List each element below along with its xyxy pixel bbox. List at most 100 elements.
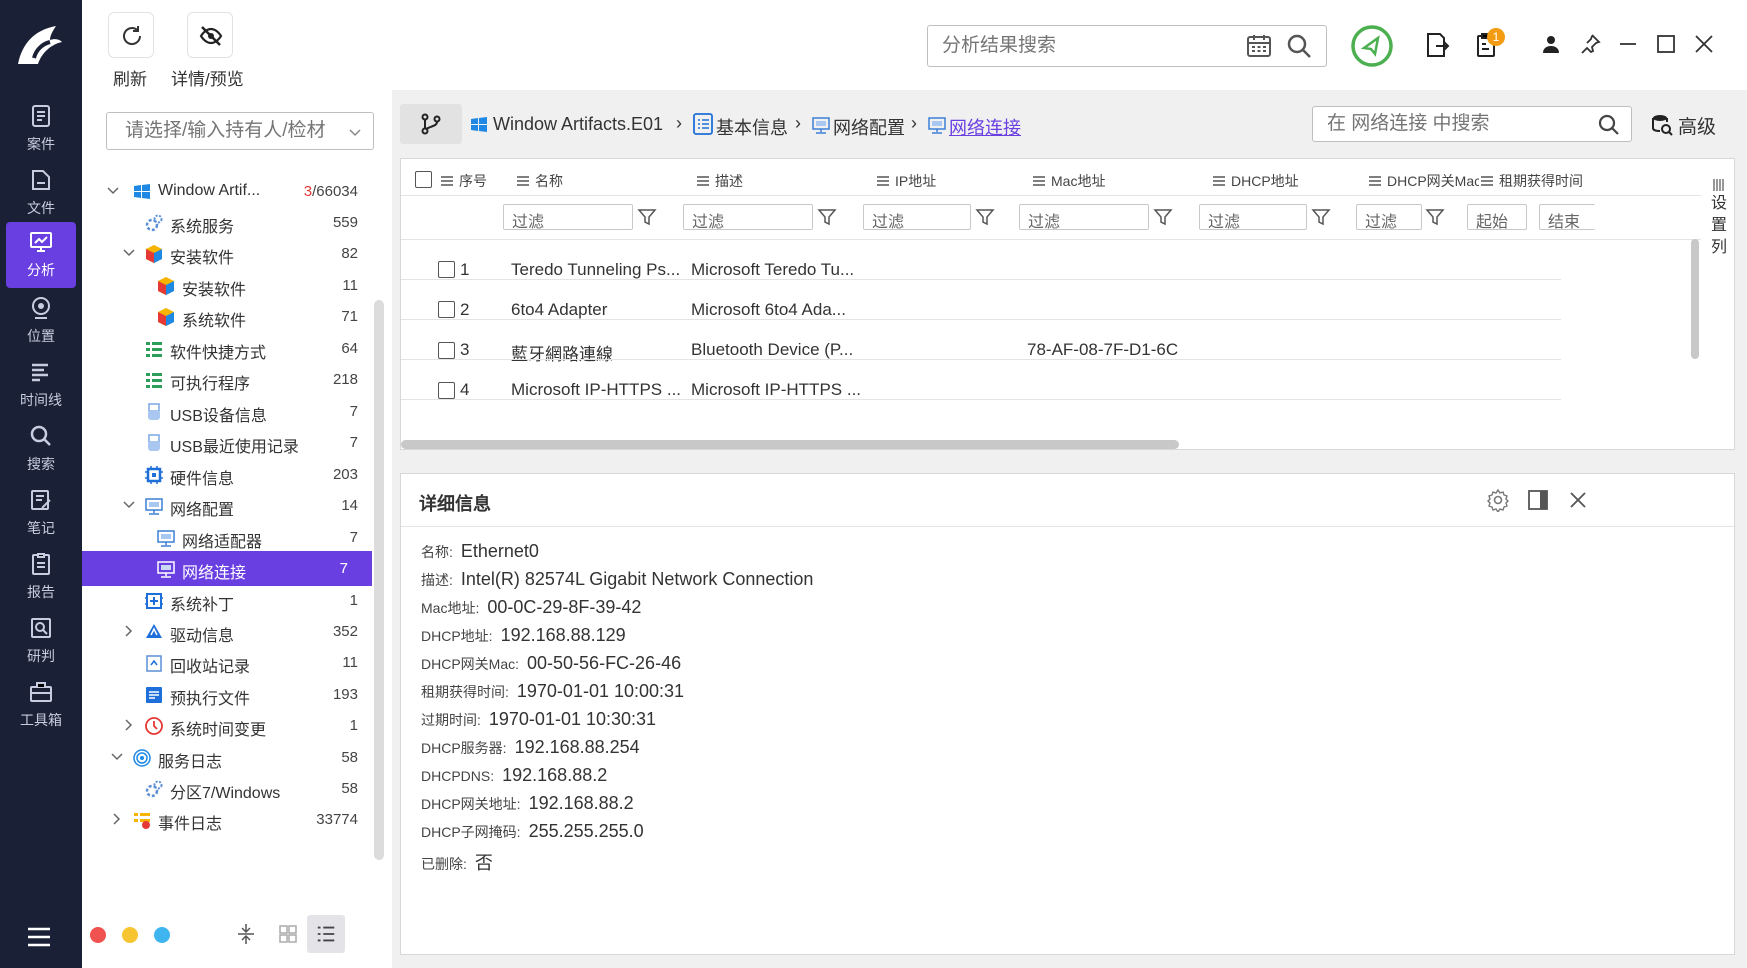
column-settings-button[interactable]: 设置列 (1706, 179, 1732, 259)
detail-preview-button[interactable] (187, 12, 233, 58)
nav-item-report[interactable]: 报告 (6, 544, 76, 610)
grid-search-input[interactable] (1313, 107, 1583, 141)
red-dot[interactable] (90, 927, 106, 943)
chevron-right-icon[interactable] (110, 812, 124, 826)
tree-node-partition-windows[interactable]: 分区7/Windows 58 (92, 771, 372, 806)
result-search-box[interactable] (927, 25, 1327, 67)
cell-mac[interactable]: 78-AF-08-7F-D1-6C (1027, 340, 1178, 360)
tree-node-time-change[interactable]: 系统时间变更 1 (92, 708, 372, 743)
filter-icon[interactable] (637, 207, 657, 227)
filter-icon[interactable] (1425, 207, 1445, 227)
col-header-desc[interactable]: 描述 (697, 171, 743, 191)
owner-select-input[interactable] (107, 113, 337, 149)
breadcrumb-item[interactable]: Window Artifacts.E01 (493, 114, 663, 135)
row-checkbox[interactable] (438, 301, 455, 318)
cell-name[interactable]: 6to4 Adapter (511, 300, 607, 320)
yellow-dot[interactable] (122, 927, 138, 943)
breadcrumb-item[interactable]: 基本信息 (716, 114, 788, 140)
col-header-dhcp-gw-mac[interactable]: DHCP网关Mac (1369, 171, 1479, 191)
nav-item-case[interactable]: 案件 (6, 96, 76, 162)
tree-node-hardware[interactable]: 硬件信息 203 (92, 457, 372, 492)
search-icon[interactable] (1286, 33, 1312, 59)
menu-icon[interactable] (26, 926, 52, 948)
cell-desc[interactable]: Microsoft Teredo Tu... (691, 260, 854, 280)
filter-ip[interactable]: 过滤 (863, 204, 971, 231)
tree-node-recycle-bin[interactable]: 回收站记录 11 (92, 645, 372, 680)
filter-dhcp-gw-mac[interactable]: 过滤 (1356, 204, 1422, 231)
cell-name[interactable]: Microsoft IP-HTTPS ... (511, 380, 681, 400)
row-checkbox[interactable] (438, 342, 455, 359)
chevron-down-icon[interactable] (122, 246, 136, 260)
tree-node-installed-software[interactable]: 安装软件 82 (92, 236, 372, 271)
col-header-mac[interactable]: Mac地址 (1033, 171, 1105, 191)
filter-dhcp[interactable]: 过滤 (1199, 204, 1307, 231)
tree-node-service-log[interactable]: 服务日志 58 (92, 740, 372, 775)
close-icon[interactable] (1692, 32, 1716, 56)
cell-desc[interactable]: Bluetooth Device (P... (691, 340, 853, 360)
result-search-input[interactable] (928, 26, 1228, 66)
nav-item-analysis[interactable]: 分析 (6, 222, 76, 288)
select-all-checkbox[interactable] (415, 171, 432, 188)
maximize-icon[interactable] (1654, 32, 1678, 56)
tree-node-usb-recent[interactable]: USB最近使用记录 7 (92, 425, 372, 460)
nav-item-judge[interactable]: 研判 (6, 608, 76, 674)
nav-item-search[interactable]: 搜索 (6, 416, 76, 482)
filter-lease-start[interactable]: 起始 (1467, 204, 1527, 231)
tree-scrollbar[interactable] (374, 300, 384, 860)
close-icon[interactable] (1566, 488, 1590, 512)
user-icon[interactable] (1540, 33, 1562, 55)
filter-name[interactable]: 过滤 (503, 204, 633, 231)
breadcrumb-current[interactable]: 网络连接 (949, 114, 1021, 140)
nav-item-timeline[interactable]: 时间线 (6, 352, 76, 418)
tree-node-system-patch[interactable]: 系统补丁 1 (92, 583, 372, 618)
tree-node-system-software[interactable]: 系统软件 71 (92, 299, 372, 334)
settings-icon[interactable] (1486, 488, 1510, 512)
tree-node-window-artifacts[interactable]: Window Artif... 3/66034 (92, 174, 372, 209)
row-checkbox[interactable] (438, 261, 455, 278)
nav-item-toolbox[interactable]: 工具箱 (6, 672, 76, 738)
col-header-dhcp[interactable]: DHCP地址 (1213, 171, 1299, 191)
filter-icon[interactable] (1311, 207, 1331, 227)
col-header-ip[interactable]: IP地址 (877, 171, 936, 191)
filter-desc[interactable]: 过滤 (683, 204, 813, 231)
tree-node-executables[interactable]: 可执行程序 218 (92, 362, 372, 397)
grid-search-box[interactable] (1312, 106, 1632, 142)
tree-node-network-connection[interactable]: 网络连接 7 (82, 551, 372, 586)
tree-node-system-service[interactable]: 系统服务 559 (92, 205, 372, 240)
grid-horizontal-scrollbar[interactable] (401, 440, 1179, 449)
tree-node-network-config[interactable]: 网络配置 14 (92, 488, 372, 523)
cell-desc[interactable]: Microsoft IP-HTTPS ... (691, 380, 861, 400)
tree-node-event-log[interactable]: 事件日志 33774 (92, 802, 372, 837)
tree-node-driver[interactable]: 驱动信息 352 (92, 614, 372, 649)
tree-node-network-adapter[interactable]: 网络适配器 7 (92, 520, 372, 555)
blue-dot[interactable] (154, 927, 170, 943)
tree-node-prefetch[interactable]: 预执行文件 193 (92, 677, 372, 712)
search-icon[interactable] (1597, 113, 1621, 137)
grid-vertical-scrollbar[interactable] (1691, 239, 1699, 359)
advanced-search-icon[interactable] (1650, 113, 1674, 137)
cell-name[interactable]: Teredo Tunneling Ps... (511, 260, 680, 280)
row-checkbox[interactable] (438, 382, 455, 399)
calendar-icon[interactable] (1246, 33, 1272, 59)
breadcrumb-item[interactable]: 网络配置 (833, 114, 905, 140)
nav-item-file[interactable]: 文件 (6, 160, 76, 226)
chevron-right-icon[interactable] (122, 718, 136, 732)
filter-mac[interactable]: 过滤 (1019, 204, 1149, 231)
cell-name[interactable]: 藍牙網路連線 (511, 340, 613, 365)
filter-icon[interactable] (975, 207, 995, 227)
filter-icon[interactable] (817, 207, 837, 227)
chevron-down-icon[interactable] (110, 750, 124, 764)
grid-view-icon[interactable] (276, 922, 300, 946)
tree-node-installed-software-sub[interactable]: 安装软件 11 (92, 268, 372, 303)
branch-button[interactable] (400, 104, 462, 144)
owner-select[interactable] (106, 112, 374, 150)
filter-icon[interactable] (1153, 207, 1173, 227)
chevron-right-icon[interactable] (122, 624, 136, 638)
nav-item-notes[interactable]: 笔记 (6, 480, 76, 546)
tree-node-usb-devices[interactable]: USB设备信息 7 (92, 394, 372, 429)
minimize-icon[interactable] (1616, 32, 1640, 56)
list-view-button[interactable] (307, 915, 345, 953)
split-panel-icon[interactable] (1526, 488, 1550, 512)
collapse-icon[interactable] (234, 922, 258, 946)
chevron-down-icon[interactable] (122, 498, 136, 512)
